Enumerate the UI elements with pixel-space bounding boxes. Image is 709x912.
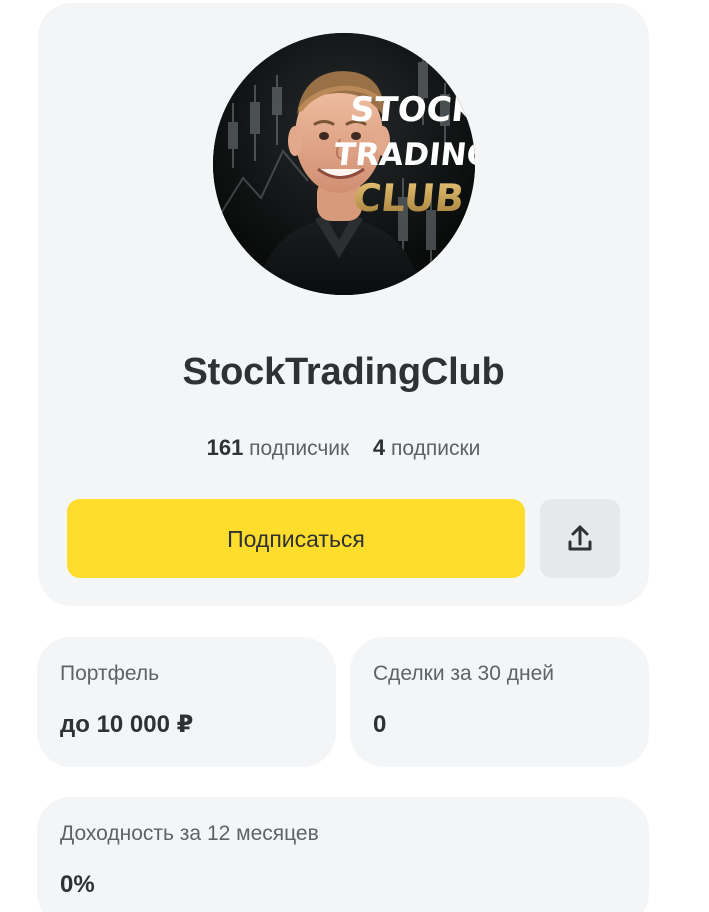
svg-text:CLUB: CLUB — [351, 176, 466, 220]
trades-value: 0 — [373, 711, 387, 738]
stock-trading-club-avatar-image: STOCK TRADING CLUB — [213, 33, 475, 295]
portfolio-card: Портфель до 10 000 ₽ — [37, 637, 336, 767]
followers-count: 161 — [206, 435, 244, 460]
return-card: Доходность за 12 месяцев 0% — [37, 797, 649, 912]
return-value: 0% — [60, 871, 95, 898]
svg-text:TRADING: TRADING — [332, 137, 475, 173]
svg-text:STOCK: STOCK — [348, 90, 475, 130]
subscriptions-label: подписки — [391, 437, 481, 460]
profile-stats: 161 подписчик 4 подписки — [38, 433, 649, 464]
profile-avatar: STOCK TRADING CLUB — [213, 33, 475, 295]
subscribe-button[interactable]: Подписаться — [67, 499, 525, 578]
return-label: Доходность за 12 месяцев — [60, 822, 319, 845]
trades-label: Сделки за 30 дней — [373, 662, 555, 685]
profile-name: StockTradingClub — [182, 351, 505, 393]
subscriptions-count: 4 — [372, 435, 386, 460]
portfolio-value: до 10 000 ₽ — [60, 711, 194, 738]
profile-card: STOCK TRADING CLUB StockTradingClub 161 … — [38, 3, 649, 606]
followers-label: подписчик — [249, 437, 350, 460]
share-upload-icon — [568, 525, 592, 551]
share-button[interactable] — [540, 499, 620, 578]
portfolio-label: Портфель — [60, 662, 160, 685]
trades-card: Сделки за 30 дней 0 — [350, 637, 649, 767]
